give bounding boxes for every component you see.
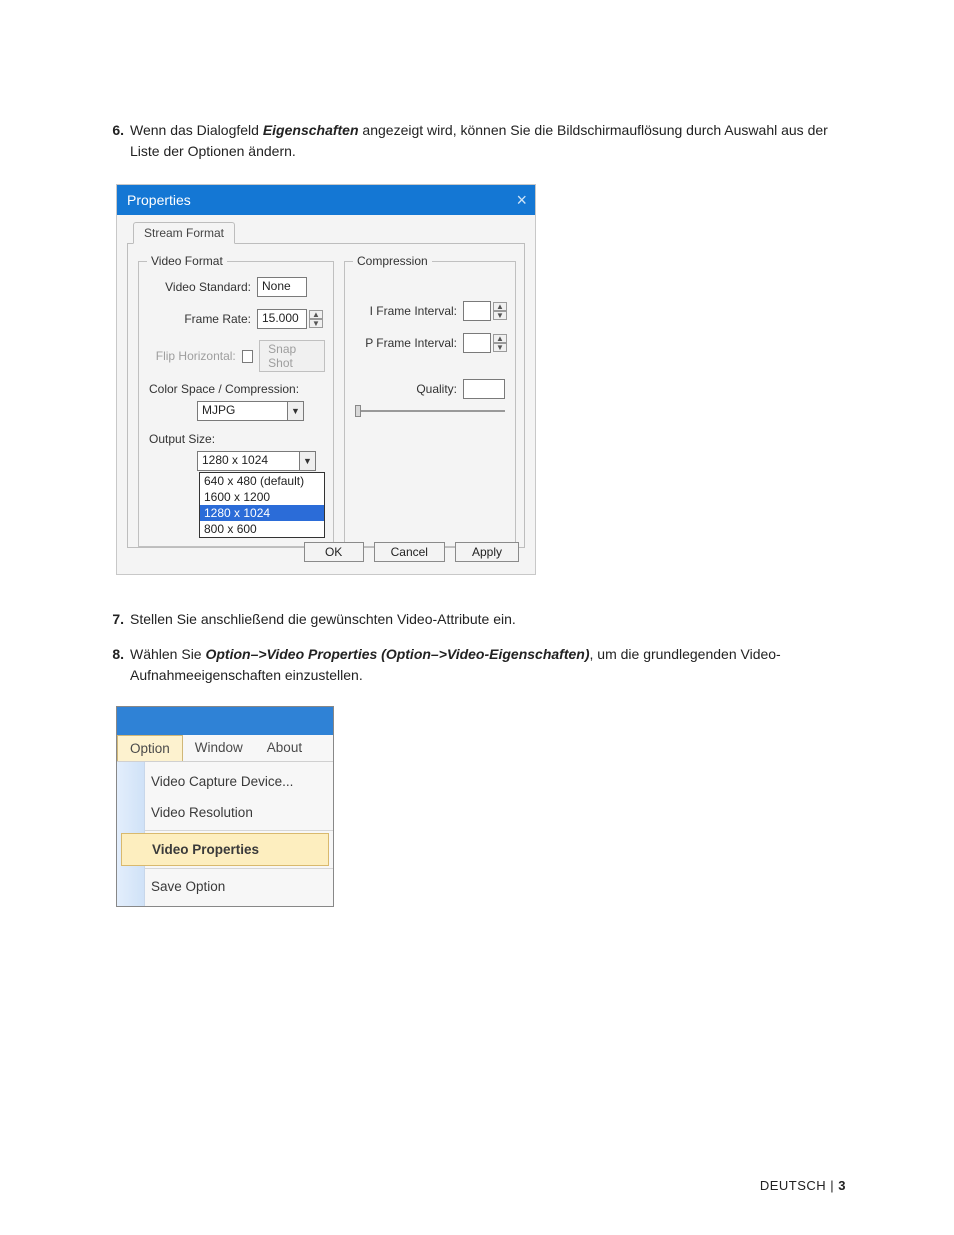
step-6-bold: Eigenschaften — [263, 122, 359, 138]
chevron-up-icon[interactable]: ▲ — [493, 302, 507, 311]
page-footer: DEUTSCH | 3 — [760, 1178, 846, 1193]
step-7-number: 7. — [108, 609, 130, 630]
label-pframe-interval: P Frame Interval: — [353, 336, 463, 350]
label-color-space: Color Space / Compression: — [149, 382, 325, 396]
group-video-format: Video Format Video Standard: None Frame … — [138, 254, 334, 547]
size-option-3[interactable]: 800 x 600 — [200, 521, 324, 537]
size-option-1[interactable]: 1600 x 1200 — [200, 489, 324, 505]
label-quality: Quality: — [353, 382, 463, 396]
properties-dialog: Properties × Stream Format Video Format … — [116, 184, 536, 575]
combo-color-space[interactable]: MJPG ▼ — [197, 401, 304, 421]
window-titlebar — [117, 707, 333, 735]
chevron-down-icon[interactable]: ▼ — [493, 311, 507, 320]
menu-separator — [145, 868, 333, 869]
close-icon[interactable]: × — [516, 190, 527, 211]
dropdown-arrow-icon[interactable]: ▼ — [299, 451, 316, 471]
value-color-space: MJPG — [197, 401, 287, 421]
step-6-pre: Wenn das Dialogfeld — [130, 122, 263, 138]
step-7: 7. Stellen Sie anschließend die gewünsch… — [108, 609, 846, 630]
tab-stream-format[interactable]: Stream Format — [133, 222, 235, 244]
label-flip-horizontal: Flip Horizontal: — [147, 349, 242, 363]
dropdown-arrow-icon[interactable]: ▼ — [287, 401, 304, 421]
chevron-up-icon[interactable]: ▲ — [309, 310, 323, 319]
step-8-pre: Wählen Sie — [130, 646, 205, 662]
pframe-spinner[interactable]: ▲ ▼ — [493, 334, 507, 352]
iframe-spinner[interactable]: ▲ ▼ — [493, 302, 507, 320]
label-frame-rate: Frame Rate: — [147, 312, 257, 326]
chevron-down-icon[interactable]: ▼ — [309, 319, 323, 328]
menu-window[interactable]: Window — [183, 735, 255, 761]
footer-lang: DEUTSCH — [760, 1178, 826, 1193]
label-output-size: Output Size: — [149, 432, 325, 446]
menu-item-video-resolution[interactable]: Video Resolution — [145, 797, 333, 828]
value-video-standard: None — [257, 277, 307, 297]
cancel-button[interactable]: Cancel — [374, 542, 445, 562]
label-video-standard: Video Standard: — [147, 280, 257, 294]
step-8-number: 8. — [108, 644, 130, 686]
step-8-bold: Option–>Video Properties (Option–>Video-… — [205, 646, 589, 662]
step-8-text: Wählen Sie Option–>Video Properties (Opt… — [130, 644, 846, 686]
step-6-number: 6. — [108, 120, 130, 162]
input-pframe-interval[interactable] — [463, 333, 491, 353]
step-6: 6. Wenn das Dialogfeld Eigenschaften ang… — [108, 120, 846, 162]
slider-thumb-icon[interactable] — [355, 405, 361, 417]
group-compression: Compression I Frame Interval: ▲ ▼ P Fram… — [344, 254, 516, 547]
snap-shot-button[interactable]: Snap Shot — [259, 340, 325, 372]
menu-about[interactable]: About — [255, 735, 314, 761]
ok-button[interactable]: OK — [304, 542, 364, 562]
dialog-titlebar: Properties × — [117, 185, 535, 215]
footer-sep: | — [826, 1178, 838, 1193]
group-compression-legend: Compression — [353, 254, 432, 268]
size-option-0[interactable]: 640 x 480 (default) — [200, 473, 324, 489]
menu-option[interactable]: Option — [117, 735, 183, 761]
step-8: 8. Wählen Sie Option–>Video Properties (… — [108, 644, 846, 686]
label-iframe-interval: I Frame Interval: — [353, 304, 463, 318]
menu-item-video-properties[interactable]: Video Properties — [121, 833, 329, 866]
quality-slider[interactable] — [355, 410, 505, 412]
input-frame-rate[interactable]: 15.000 — [257, 309, 307, 329]
option-menu-screenshot: Option Window About Video Capture Device… — [116, 706, 334, 907]
size-option-2[interactable]: 1280 x 1024 — [200, 505, 324, 521]
chevron-up-icon[interactable]: ▲ — [493, 334, 507, 343]
menu-separator — [145, 830, 333, 831]
menubar: Option Window About — [117, 735, 333, 762]
menu-item-save-option[interactable]: Save Option — [145, 871, 333, 902]
apply-button[interactable]: Apply — [455, 542, 519, 562]
step-6-text: Wenn das Dialogfeld Eigenschaften angeze… — [130, 120, 846, 162]
input-iframe-interval[interactable] — [463, 301, 491, 321]
footer-page: 3 — [838, 1178, 846, 1193]
output-size-dropdown-list[interactable]: 640 x 480 (default) 1600 x 1200 1280 x 1… — [199, 472, 325, 538]
input-quality[interactable] — [463, 379, 505, 399]
menu-dropdown: Video Capture Device... Video Resolution… — [117, 762, 333, 906]
step-7-text: Stellen Sie anschließend die gewünschten… — [130, 609, 846, 630]
dialog-title: Properties — [127, 192, 191, 208]
frame-rate-spinner[interactable]: ▲ ▼ — [309, 310, 323, 328]
menu-item-video-capture-device[interactable]: Video Capture Device... — [145, 766, 333, 797]
combo-output-size[interactable]: 1280 x 1024 ▼ — [197, 451, 316, 471]
checkbox-flip-horizontal[interactable] — [242, 350, 253, 363]
group-video-format-legend: Video Format — [147, 254, 227, 268]
chevron-down-icon[interactable]: ▼ — [493, 343, 507, 352]
value-output-size: 1280 x 1024 — [197, 451, 299, 471]
